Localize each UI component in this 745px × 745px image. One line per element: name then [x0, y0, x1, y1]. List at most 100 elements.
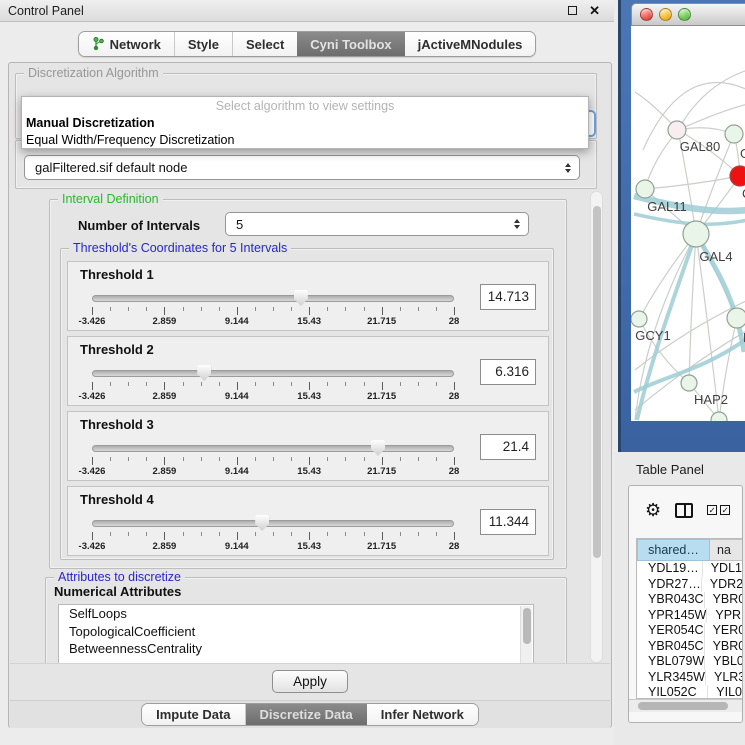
tick-mark [273, 307, 274, 311]
mac-zoom-button[interactable] [678, 8, 691, 21]
tick-mark [164, 457, 165, 465]
tick-mark [219, 532, 220, 536]
tick-mark [255, 532, 256, 536]
attribute-list-item[interactable]: BetweennessCentrality [59, 640, 533, 658]
cell-name: YIL0 [707, 685, 742, 699]
tab-bar: NetworkStyleSelectCyni Toolbox jActiveMNo… [78, 31, 537, 57]
network-node-h[interactable] [727, 308, 745, 328]
tick-mark [309, 457, 310, 465]
network-node-gal11[interactable] [636, 180, 654, 198]
table-settings-gear-icon[interactable]: ⚙ [645, 501, 661, 519]
tab-jactivemnodules[interactable]: jActiveMNodules [405, 32, 536, 56]
table-horizontal-scrollbar-thumb[interactable] [638, 702, 728, 710]
tick-mark [400, 457, 401, 461]
threshold-value-field[interactable]: 14.713 [480, 284, 536, 310]
table-data-combobox[interactable]: galFiltered.sif default node [24, 155, 580, 180]
dropdown-option-equal-width-frequency[interactable]: Equal Width/Frequency Discretization [22, 132, 588, 149]
attribute-list-item[interactable]: TopologicalCoefficient [59, 623, 533, 641]
scale-label: -3.426 [79, 466, 106, 477]
cell-name: YBR0 [704, 592, 742, 608]
threshold-slider[interactable] [92, 295, 454, 304]
table-horizontal-scrollbar[interactable] [629, 699, 742, 712]
dropdown-option-manual-discretization[interactable]: Manual Discretization [22, 115, 588, 132]
tab-cyni-toolbox[interactable]: Cyni Toolbox [297, 32, 404, 56]
cell-shared-name: YIL052C [637, 685, 707, 699]
apply-button[interactable]: Apply [272, 670, 348, 693]
threshold-slider[interactable] [92, 445, 454, 454]
number-of-intervals-combobox[interactable]: 5 [225, 212, 529, 236]
network-node-hap2[interactable] [681, 375, 697, 391]
cell-shared-name: YLR345W [637, 670, 705, 686]
cell-shared-name: YBL079W [637, 654, 704, 670]
threshold-slider[interactable] [92, 520, 454, 529]
network-edge[interactable] [645, 176, 740, 189]
network-edge-thick[interactable] [637, 234, 696, 420]
tick-mark [128, 307, 129, 311]
table-row[interactable]: YER054CYER0 [637, 623, 742, 639]
table-row[interactable]: YIL052CYIL0 [637, 685, 742, 699]
slider-track [92, 370, 454, 377]
checkbox-icon[interactable]: ✓ [707, 505, 717, 515]
table-row[interactable]: YDR27…YDR2 [637, 577, 742, 593]
tab-label: jActiveMNodules [418, 37, 523, 52]
cell-shared-name: YDL19… [637, 561, 702, 577]
tick-mark [237, 307, 238, 315]
tab-select[interactable]: Select [233, 32, 297, 56]
attribute-list-item[interactable]: SelfLoops [59, 605, 533, 623]
tab-network[interactable]: Network [79, 32, 175, 56]
network-node-ga[interactable] [725, 125, 743, 143]
close-panel-icon[interactable]: ✕ [589, 4, 600, 17]
table-row[interactable]: YBL079WYBL0 [637, 654, 742, 670]
network-edge[interactable] [639, 234, 696, 319]
attributes-list-scrollbar-thumb[interactable] [523, 608, 531, 644]
mac-close-button[interactable] [640, 8, 653, 21]
threshold-value-field[interactable]: 11.344 [480, 509, 536, 535]
settings-vertical-scrollbar[interactable] [590, 191, 603, 663]
table-panel: Table Panel ⚙ ✓ ✓ shared… na YDL19…YDL1Y… [614, 452, 745, 745]
column-header-shared-name[interactable]: shared… [637, 539, 710, 561]
threshold-slider[interactable] [92, 370, 454, 379]
slider-thumb[interactable] [255, 515, 269, 531]
table-row[interactable]: YDL19…YDL1 [637, 561, 742, 577]
scale-label: -3.426 [79, 541, 106, 552]
threshold-value-field[interactable]: 21.4 [480, 434, 536, 460]
network-node-gal4[interactable] [683, 221, 709, 247]
attributes-group: Attributes to discretize Numerical Attri… [45, 577, 567, 663]
table-row[interactable]: YLR345WYLR3 [637, 670, 742, 686]
table-row[interactable]: YBR045CYBR0 [637, 639, 742, 655]
network-node-gal80[interactable] [668, 121, 686, 139]
network-node-c[interactable] [730, 166, 745, 186]
network-node-label: GCY1 [635, 328, 670, 343]
network-canvas[interactable]: GAL80GACGAL11GAL4GCY1HHAP2 [631, 26, 745, 421]
slider-ticks [92, 532, 454, 541]
slider-thumb[interactable] [294, 290, 308, 306]
mac-minimize-button[interactable] [659, 8, 672, 21]
network-edge[interactable] [645, 130, 678, 189]
table-row[interactable]: YPR145WYPR1 [637, 608, 742, 624]
tab-discretize-data[interactable]: Discretize Data [246, 704, 367, 725]
tab-impute-data[interactable]: Impute Data [142, 704, 245, 725]
tick-mark [400, 307, 401, 311]
table-row[interactable]: YBR043CYBR0 [637, 592, 742, 608]
network-node-label: GAL80 [680, 139, 720, 154]
network-edge[interactable] [678, 70, 745, 130]
column-visibility-icons[interactable]: ✓ ✓ [707, 505, 730, 515]
column-header-name[interactable]: na [710, 539, 742, 561]
numerical-attributes-list[interactable]: SelfLoopsTopologicalCoefficientBetweenne… [58, 604, 534, 663]
split-view-icon[interactable] [675, 503, 693, 518]
settings-vertical-scrollbar-thumb[interactable] [593, 206, 601, 558]
slider-thumb[interactable] [371, 440, 385, 456]
tick-mark [364, 307, 365, 311]
checkbox-icon[interactable]: ✓ [720, 505, 730, 515]
threshold-value-field[interactable]: 6.316 [480, 359, 536, 385]
tick-mark [92, 532, 93, 540]
tick-mark [164, 382, 165, 390]
tab-infer-network[interactable]: Infer Network [367, 704, 478, 725]
network-view-window: GAL80GACGAL11GAL4GCY1HHAP2 [618, 0, 745, 452]
network-node-gcy1[interactable] [631, 311, 647, 327]
attributes-list-scrollbar[interactable] [520, 606, 532, 663]
tab-style[interactable]: Style [175, 32, 233, 56]
float-window-icon[interactable] [568, 6, 577, 15]
slider-thumb[interactable] [197, 365, 211, 381]
table-data-value: galFiltered.sif default node [35, 160, 187, 175]
